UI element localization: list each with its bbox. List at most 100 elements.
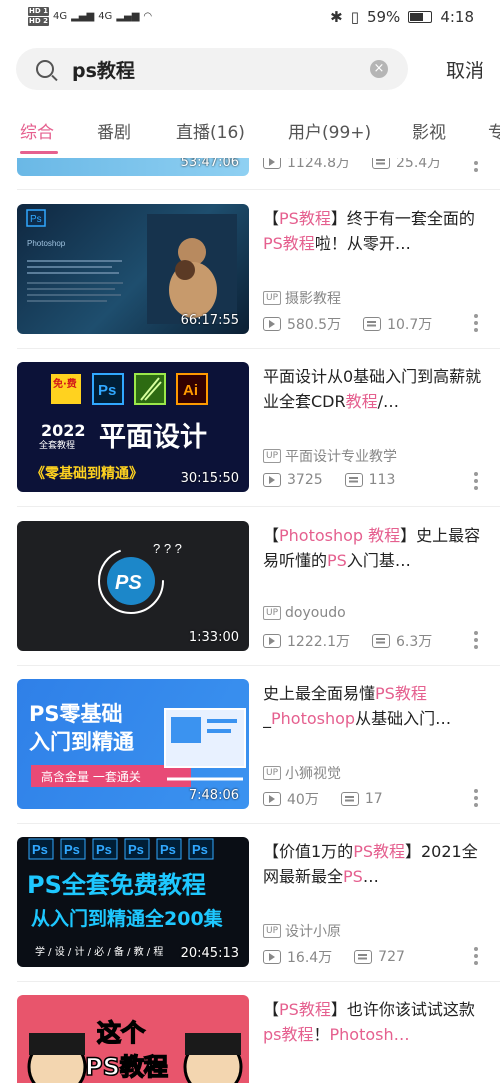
more-icon[interactable]	[474, 947, 478, 967]
divider	[17, 981, 500, 982]
danmaku-icon	[372, 158, 390, 169]
thumbnail-year: 2022	[41, 421, 86, 440]
comment-count: 113	[368, 472, 396, 488]
thumbnail-tag: 高含金量 一套通关	[41, 769, 141, 784]
tab-column[interactable]: 专	[488, 118, 500, 143]
clear-icon[interactable]: ×	[370, 60, 388, 78]
up-badge-icon: UP	[263, 449, 282, 463]
video-duration: 20:45:13	[180, 946, 239, 961]
view-count: 580.5万	[287, 317, 342, 333]
thumbnail-ps: Ps	[64, 842, 80, 857]
more-icon[interactable]	[474, 631, 478, 651]
tab-users[interactable]: 用户(99+)	[288, 118, 371, 143]
video-thumbnail[interactable]: 这个 PS教程	[17, 995, 249, 1083]
search-row: ps教程 × 取消	[16, 48, 484, 90]
author-name: 小狮视觉	[285, 766, 342, 782]
video-thumbnail[interactable]: PS ? ? ? 1:33:00	[17, 521, 249, 651]
title-keyword-highlight: PS教程	[279, 209, 331, 228]
tab-bangumi[interactable]: 番剧	[97, 118, 131, 143]
comment-count: 727	[378, 949, 405, 965]
video-stats: 16.4万 727	[263, 947, 405, 967]
video-thumbnail[interactable]: Ps Ps Ps Ps Ps Ps PS全套免费教程 从入门到精通全200集 学…	[17, 837, 249, 967]
title-text: 啦！从零开…	[314, 234, 411, 253]
divider	[17, 823, 500, 824]
thumbnail-line2: PS教程	[85, 1053, 168, 1081]
thumbnail-ps: Ps	[128, 842, 144, 857]
thumbnail-headline: 平面设计	[99, 422, 207, 453]
view-count: 16.4万	[287, 950, 333, 966]
video-author[interactable]: UP 平面设计专业教学	[263, 446, 397, 466]
divider	[17, 665, 500, 666]
video-thumbnail[interactable]: 53:47:06	[17, 158, 249, 176]
svg-text:Ps: Ps	[30, 214, 42, 225]
video-title[interactable]: 【Photoshop 教程】史上最容易听懂的PS入门基…	[263, 523, 483, 573]
video-list: 53:47:06 1124.8万 25.4万 Ps Photoshop 66:1…	[0, 158, 500, 1083]
video-thumbnail[interactable]: 免·费 Ps Ai 2022 全套教程 平面设计 《零基础到精通》 30:15:…	[17, 362, 249, 492]
title-text: 【	[263, 1000, 280, 1019]
danmaku-icon	[354, 950, 373, 964]
signal-icon: ▂▄▆	[116, 10, 140, 22]
play-count-icon	[263, 158, 281, 169]
video-stats: 580.5万 10.7万	[263, 314, 432, 334]
view-count: 1124.8万	[287, 158, 350, 171]
video-item[interactable]: Ps Ps Ps Ps Ps Ps PS全套免费教程 从入门到精通全200集 学…	[0, 837, 500, 967]
thumbnail-badge: 免·费	[53, 377, 77, 390]
title-text: 史上最全面易懂	[263, 684, 376, 703]
battery-icon	[408, 11, 433, 23]
more-icon[interactable]	[474, 472, 478, 492]
video-title[interactable]: 【价值1万的PS教程】2021全网最新最全PS…	[263, 839, 483, 889]
wifi-icon: ◠	[143, 10, 153, 22]
tab-all[interactable]: 综合	[20, 118, 54, 143]
title-keyword-highlight: 教程	[345, 392, 378, 411]
thumbnail-art: 这个 PS教程	[27, 1018, 243, 1083]
thumbnail-line2: 入门到精通	[29, 730, 134, 754]
play-count-icon	[263, 792, 281, 806]
cancel-button[interactable]: 取消	[446, 56, 484, 83]
video-stats: 3725 113	[263, 472, 395, 488]
video-title[interactable]: 史上最全面易懂PS教程 _Photoshop从基础入门…	[263, 681, 483, 731]
more-icon[interactable]	[474, 158, 478, 174]
video-item[interactable]: 这个 PS教程 【PS教程】也许你该试试这款ps教程！Photosh…	[0, 995, 500, 1083]
video-item[interactable]: PS ? ? ? 1:33:00 【Photoshop 教程】史上最容易听懂的P…	[0, 521, 500, 651]
video-item[interactable]: 53:47:06 1124.8万 25.4万	[0, 158, 500, 176]
video-thumbnail[interactable]: Ps Photoshop 66:17:55	[17, 204, 249, 334]
tab-bar: 综合 番剧 直播(16) 用户(99+) 影视 专	[0, 112, 500, 158]
thumbnail-line1: PS零基础	[29, 702, 123, 726]
video-title[interactable]: 【PS教程】也许你该试试这款 ps教程！Photosh…	[263, 997, 483, 1047]
title-keyword-highlight: Photosh…	[329, 1025, 410, 1044]
video-author[interactable]: UP 摄影教程	[263, 288, 341, 308]
search-input[interactable]: ps教程 ×	[16, 48, 408, 90]
video-author[interactable]: UP doyoudo	[263, 605, 346, 621]
video-item[interactable]: 免·费 Ps Ai 2022 全套教程 平面设计 《零基础到精通》 30:15:…	[0, 362, 500, 492]
video-stats: 40万 17	[263, 789, 383, 809]
tab-film[interactable]: 影视	[412, 118, 446, 143]
video-title[interactable]: 【PS教程】终于有一套全面的PS教程啦！从零开…	[263, 206, 483, 256]
title-text: 】终于有一套全面的	[330, 209, 475, 228]
thumbnail-ps: Ps	[32, 842, 48, 857]
video-author[interactable]: UP 设计小原	[263, 921, 341, 941]
search-icon	[36, 60, 54, 78]
thumbnail-line1: PS全套免费教程	[27, 871, 206, 899]
danmaku-icon	[340, 792, 359, 806]
tab-live[interactable]: 直播(16)	[176, 118, 245, 143]
video-item[interactable]: Ps Photoshop 66:17:55 【PS教程】终于有一套全面的PS教程…	[0, 204, 500, 334]
video-duration: 1:33:00	[188, 630, 239, 645]
video-title[interactable]: 平面设计从0基础入门到高薪就业全套CDR教程/…	[263, 364, 483, 414]
vibrate-icon: ▯	[350, 8, 359, 26]
more-icon[interactable]	[474, 789, 478, 809]
video-item[interactable]: PS零基础 入门到精通 高含金量 一套通关 7:48:06 史上最全面易懂PS教…	[0, 679, 500, 809]
search-query: ps教程	[72, 59, 135, 82]
view-count: 1222.1万	[287, 634, 350, 650]
up-badge-icon: UP	[263, 766, 282, 780]
author-name: 设计小原	[285, 924, 342, 940]
video-author[interactable]: UP 小狮视觉	[263, 763, 341, 783]
thumbnail-line2: 从入门到精通全200集	[31, 907, 224, 930]
thumbnail-ps: Ps	[160, 842, 176, 857]
play-count-icon	[263, 473, 281, 487]
video-thumbnail[interactable]: PS零基础 入门到精通 高含金量 一套通关 7:48:06	[17, 679, 249, 809]
more-icon[interactable]	[474, 314, 478, 334]
tab-indicator	[20, 151, 58, 154]
play-count-icon	[263, 634, 281, 648]
view-count: 40万	[287, 792, 319, 808]
svg-text:PS: PS	[115, 572, 142, 594]
